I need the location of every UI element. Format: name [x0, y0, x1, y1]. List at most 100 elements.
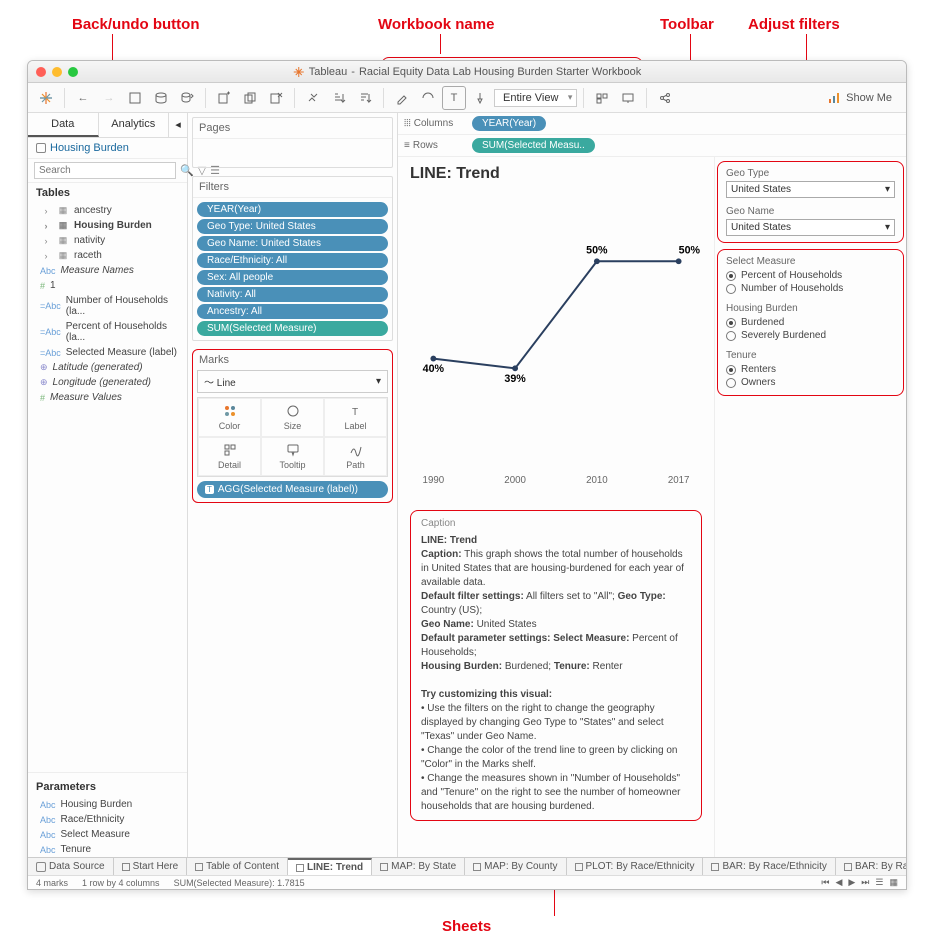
- field-measure-names[interactable]: AbcMeasure Names: [28, 263, 187, 278]
- filter-pill[interactable]: YEAR(Year): [197, 202, 388, 217]
- presentation-button[interactable]: [616, 86, 640, 110]
- radio-percent[interactable]: Percent of Households: [726, 269, 895, 282]
- param-ten[interactable]: AbcTenure: [28, 842, 187, 857]
- nav-next-icon[interactable]: ▶: [848, 877, 855, 888]
- highlight-button[interactable]: [390, 86, 414, 110]
- field-lat[interactable]: ⊕Latitude (generated): [28, 360, 187, 375]
- line-chart: 40%199039%200050%201050%2017: [410, 189, 702, 499]
- label-button[interactable]: T: [442, 86, 466, 110]
- sheet-tab[interactable]: BAR: By Race/Ethnicity and Ger: [836, 858, 907, 875]
- nav-last-icon[interactable]: ⏭: [861, 877, 869, 888]
- close-icon[interactable]: [36, 67, 46, 77]
- radio-number[interactable]: Number of Households: [726, 282, 895, 295]
- connection-item[interactable]: Housing Burden: [28, 138, 187, 159]
- search-input[interactable]: [34, 162, 176, 179]
- view-tabs-icon[interactable]: ☰: [875, 877, 883, 888]
- param-hb[interactable]: AbcHousing Burden: [28, 797, 187, 812]
- marks-agg-pill[interactable]: TAGG(Selected Measure (label)): [197, 481, 388, 498]
- duplicate-button[interactable]: [238, 86, 262, 110]
- filter-pill[interactable]: Geo Type: United States: [197, 219, 388, 234]
- marks-detail[interactable]: Detail: [198, 437, 261, 476]
- select-measure-label: Select Measure: [726, 256, 895, 267]
- filter-pill[interactable]: SUM(Selected Measure): [197, 321, 388, 336]
- field-ph[interactable]: =AbcPercent of Households (la...: [28, 319, 187, 345]
- sheet-tab[interactable]: BAR: By Race/Ethnicity: [703, 858, 835, 875]
- tab-data[interactable]: Data: [28, 113, 99, 137]
- svg-text:2017: 2017: [668, 475, 690, 486]
- filter-pill[interactable]: Ancestry: All: [197, 304, 388, 319]
- radio-renters[interactable]: Renters: [726, 363, 895, 376]
- geo-type-label: Geo Type: [726, 168, 895, 179]
- table-housing-burden[interactable]: ›▦Housing Burden: [28, 218, 187, 233]
- sheet-tab[interactable]: Start Here: [114, 858, 188, 875]
- nav-first-icon[interactable]: ⏮: [821, 877, 829, 888]
- table-ancestry[interactable]: ›▦ancestry: [28, 203, 187, 218]
- radio-burdened[interactable]: Burdened: [726, 316, 895, 329]
- new-worksheet-button[interactable]: [212, 86, 236, 110]
- fit-dropdown[interactable]: Entire View: [494, 89, 577, 107]
- field-nh[interactable]: =AbcNumber of Households (la...: [28, 293, 187, 319]
- filter-pill[interactable]: Nativity: All: [197, 287, 388, 302]
- param-re[interactable]: AbcRace/Ethnicity: [28, 812, 187, 827]
- marks-tooltip[interactable]: Tooltip: [261, 437, 324, 476]
- sort-asc-button[interactable]: [327, 86, 351, 110]
- tab-data-source[interactable]: Data Source: [28, 858, 114, 875]
- param-sm[interactable]: AbcSelect Measure: [28, 827, 187, 842]
- filters-panel: Geo Type United States▾ Geo Name United …: [717, 161, 904, 243]
- back-button[interactable]: ←: [71, 86, 95, 110]
- sort-desc-button[interactable]: [353, 86, 377, 110]
- svg-text:39%: 39%: [504, 373, 526, 385]
- columns-pill[interactable]: YEAR(Year): [472, 116, 546, 131]
- clear-button[interactable]: [264, 86, 288, 110]
- new-data-button[interactable]: [149, 86, 173, 110]
- share-button[interactable]: [653, 86, 677, 110]
- forward-button[interactable]: →: [97, 86, 121, 110]
- radio-severely[interactable]: Severely Burdened: [726, 329, 895, 342]
- table-nativity[interactable]: ›▦nativity: [28, 233, 187, 248]
- app-window: Tableau - Racial Equity Data Lab Housing…: [27, 60, 907, 890]
- sheet-tab[interactable]: Table of Content: [187, 858, 288, 875]
- columns-shelf-label: ⦙⦙⦙Columns: [404, 118, 464, 129]
- database-icon: [36, 143, 46, 153]
- rows-pill[interactable]: SUM(Selected Measu..: [472, 138, 595, 153]
- filter-pill[interactable]: Geo Name: United States: [197, 236, 388, 251]
- status-bar: 4 marks 1 row by 4 columns SUM(Selected …: [28, 875, 906, 889]
- geo-type-dropdown[interactable]: United States▾: [726, 181, 895, 198]
- sheet-tab[interactable]: LINE: Trend: [288, 858, 372, 875]
- refresh-button[interactable]: [175, 86, 199, 110]
- save-button[interactable]: [123, 86, 147, 110]
- field-lon[interactable]: ⊕Longitude (generated): [28, 375, 187, 390]
- tab-collapse[interactable]: ◂: [169, 113, 187, 137]
- show-me-button[interactable]: Show Me: [827, 91, 900, 105]
- pin-button[interactable]: [468, 86, 492, 110]
- marks-label[interactable]: TLabel: [324, 398, 387, 437]
- marks-color[interactable]: Color: [198, 398, 261, 437]
- marks-path[interactable]: Path: [324, 437, 387, 476]
- table-raceth[interactable]: ›▦raceth: [28, 248, 187, 263]
- caption-card: Caption LINE: Trend Caption: This graph …: [410, 510, 702, 821]
- geo-name-label: Geo Name: [726, 206, 895, 217]
- field-sm[interactable]: =AbcSelected Measure (label): [28, 345, 187, 360]
- filter-pill[interactable]: Sex: All people: [197, 270, 388, 285]
- swap-button[interactable]: [301, 86, 325, 110]
- geo-name-dropdown[interactable]: United States▾: [726, 219, 895, 236]
- show-cards-button[interactable]: [590, 86, 614, 110]
- app-name: Tableau: [309, 66, 348, 78]
- sheet-tab[interactable]: PLOT: By Race/Ethnicity: [567, 858, 704, 875]
- tab-analytics[interactable]: Analytics: [99, 113, 170, 137]
- minimize-icon[interactable]: [52, 67, 62, 77]
- workbook-name: Racial Equity Data Lab Housing Burden St…: [359, 66, 641, 78]
- view-filmstrip-icon[interactable]: ▦: [889, 877, 898, 888]
- maximize-icon[interactable]: [68, 67, 78, 77]
- sheet-tab[interactable]: MAP: By State: [372, 858, 465, 875]
- filter-pill[interactable]: Race/Ethnicity: All: [197, 253, 388, 268]
- field-mv[interactable]: #Measure Values: [28, 390, 187, 405]
- field-1[interactable]: #1: [28, 278, 187, 293]
- group-button[interactable]: [416, 86, 440, 110]
- data-sidebar: Data Analytics ◂ Housing Burden 🔍 ▽ ☰ Ta…: [28, 113, 188, 857]
- marks-type-dropdown[interactable]: 〜 Line▾: [197, 370, 388, 393]
- marks-size[interactable]: Size: [261, 398, 324, 437]
- sheet-tab[interactable]: MAP: By County: [465, 858, 566, 875]
- radio-owners[interactable]: Owners: [726, 376, 895, 389]
- nav-prev-icon[interactable]: ◀: [835, 877, 842, 888]
